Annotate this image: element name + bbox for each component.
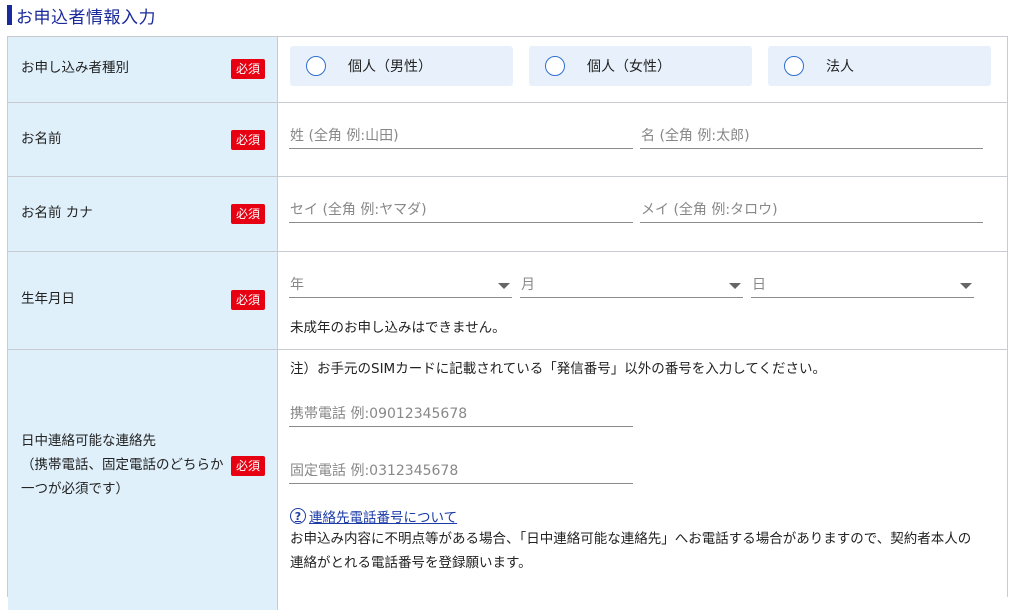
chevron-down-icon	[729, 283, 741, 289]
contact-label-line1: 日中連絡可能な連絡先	[21, 433, 156, 449]
radio-circle-icon[interactable]	[306, 56, 326, 76]
chevron-down-icon	[960, 283, 972, 289]
radio-label: 法人	[826, 59, 854, 75]
radio-circle-icon[interactable]	[545, 56, 565, 76]
contact-label-line2: （携帯電話、固定電話のどちらか	[21, 457, 224, 473]
label-cell: お名前 カナ 必須	[8, 177, 278, 251]
first-name-kana-input[interactable]: メイ (全角 例:タロウ)	[640, 198, 983, 223]
required-badge: 必須	[231, 130, 265, 150]
help-link-text[interactable]: 連絡先電話番号について	[309, 506, 457, 526]
required-badge: 必須	[231, 290, 265, 310]
birth-month-select[interactable]: 月	[520, 273, 743, 298]
contact-notice: 注）お手元のSIMカードに記載されている「発信番号」以外の番号を入力してください…	[290, 361, 826, 377]
label-cell: 生年月日 必須	[8, 252, 278, 349]
last-name-input[interactable]: 姓 (全角 例:山田)	[289, 124, 633, 149]
section-header: お申込者情報入力	[0, 0, 1016, 30]
radio-label: 個人（男性）	[348, 59, 432, 75]
landline-phone-input[interactable]: 固定電話 例:0312345678	[289, 459, 633, 484]
birth-day-select[interactable]: 日	[751, 273, 974, 298]
label-cell: 日中連絡可能な連絡先 （携帯電話、固定電話のどちらか 一つが必須です） 必須	[8, 350, 278, 610]
radio-option-male[interactable]: 個人（男性）	[290, 46, 513, 86]
chevron-down-icon	[498, 283, 510, 289]
mobile-phone-input[interactable]: 携帯電話 例:09012345678	[289, 402, 633, 427]
name-label: お名前	[21, 131, 62, 147]
radio-option-female[interactable]: 個人（女性）	[529, 46, 752, 86]
label-cell: お申し込み者種別 必須	[8, 37, 278, 102]
birthdate-note: 未成年のお申し込みはできません。	[290, 320, 506, 336]
radio-option-corporation[interactable]: 法人	[768, 46, 991, 86]
question-circle-icon: ?	[290, 508, 306, 524]
row-applicant-type: お申し込み者種別 必須 個人（男性） 個人（女性） 法人	[8, 37, 1007, 103]
row-name: お名前 必須 姓 (全角 例:山田) 名 (全角 例:太郎)	[8, 103, 1007, 177]
birth-day-value: 日	[752, 277, 766, 293]
contact-description-line2: 連絡がとれる電話番号を登録願います。	[290, 555, 532, 571]
required-badge: 必須	[231, 456, 265, 476]
birth-year-select[interactable]: 年	[289, 273, 512, 298]
contact-help-link[interactable]: ? 連絡先電話番号について	[290, 506, 457, 526]
row-birthdate: 生年月日 必須 年 月 日 未成年のお申し込みはできません。	[8, 252, 1007, 350]
birthdate-label: 生年月日	[21, 291, 75, 307]
page-title: お申込者情報入力	[16, 7, 156, 28]
required-badge: 必須	[231, 204, 265, 224]
birth-month-value: 月	[521, 277, 535, 293]
applicant-form: お申し込み者種別 必須 個人（男性） 個人（女性） 法人 お名前 必須 姓 (全…	[7, 36, 1008, 610]
row-name-kana: お名前 カナ 必須 セイ (全角 例:ヤマダ) メイ (全角 例:タロウ)	[8, 177, 1007, 252]
contact-description-line1: お申込み内容に不明点等がある場合、「日中連絡可能な連絡先」へお電話する場合があり…	[290, 531, 972, 547]
required-badge: 必須	[231, 59, 265, 79]
name-kana-label: お名前 カナ	[21, 205, 93, 221]
label-cell: お名前 必須	[8, 103, 278, 176]
birth-year-value: 年	[290, 277, 304, 293]
first-name-input[interactable]: 名 (全角 例:太郎)	[640, 124, 983, 149]
header-accent-bar	[7, 5, 12, 25]
radio-circle-icon[interactable]	[784, 56, 804, 76]
contact-label-line3: 一つが必須です）	[21, 481, 129, 497]
last-name-kana-input[interactable]: セイ (全角 例:ヤマダ)	[289, 198, 633, 223]
applicant-type-label: お申し込み者種別	[21, 60, 129, 76]
radio-label: 個人（女性）	[587, 59, 671, 75]
